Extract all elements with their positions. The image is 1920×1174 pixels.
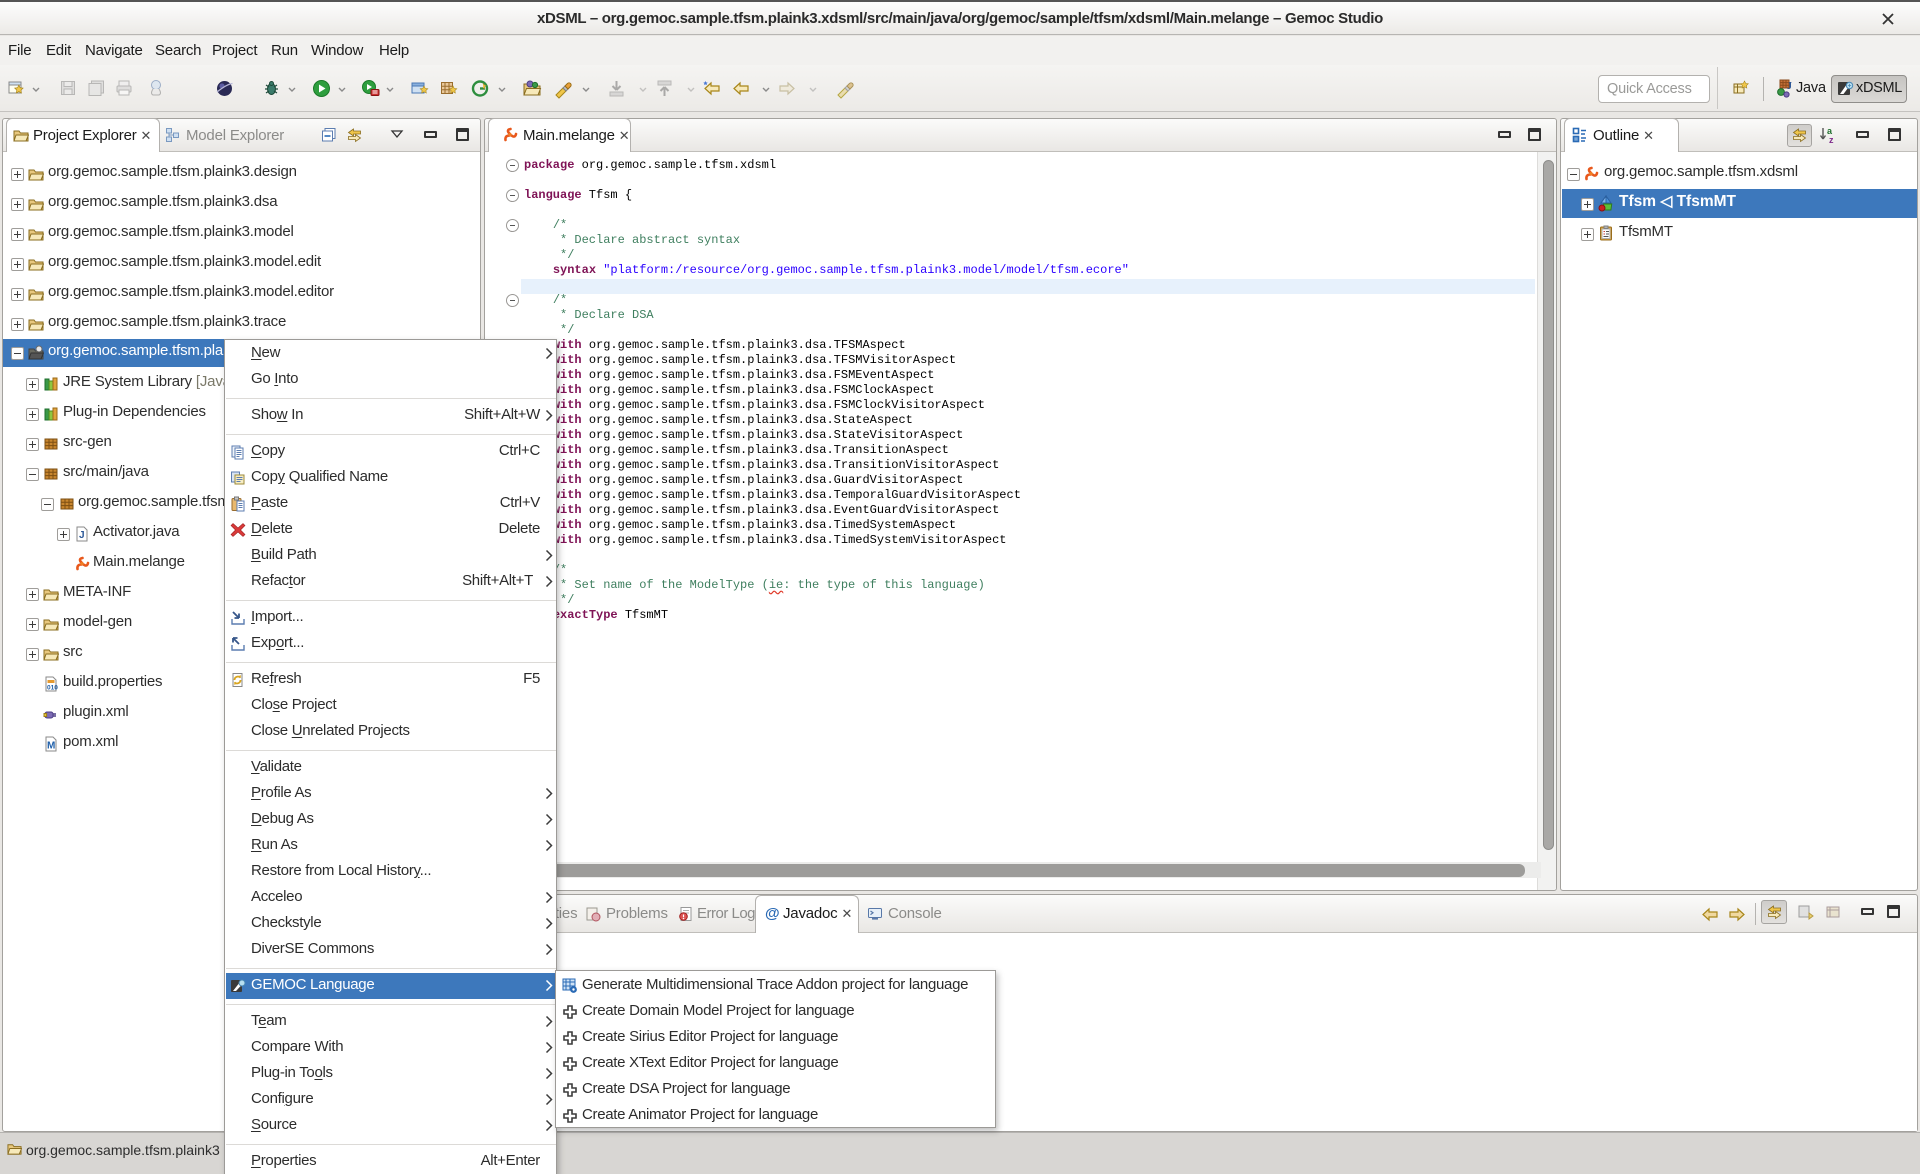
svg-text:z: z	[1829, 135, 1834, 145]
svg-text:J: J	[1787, 81, 1792, 92]
